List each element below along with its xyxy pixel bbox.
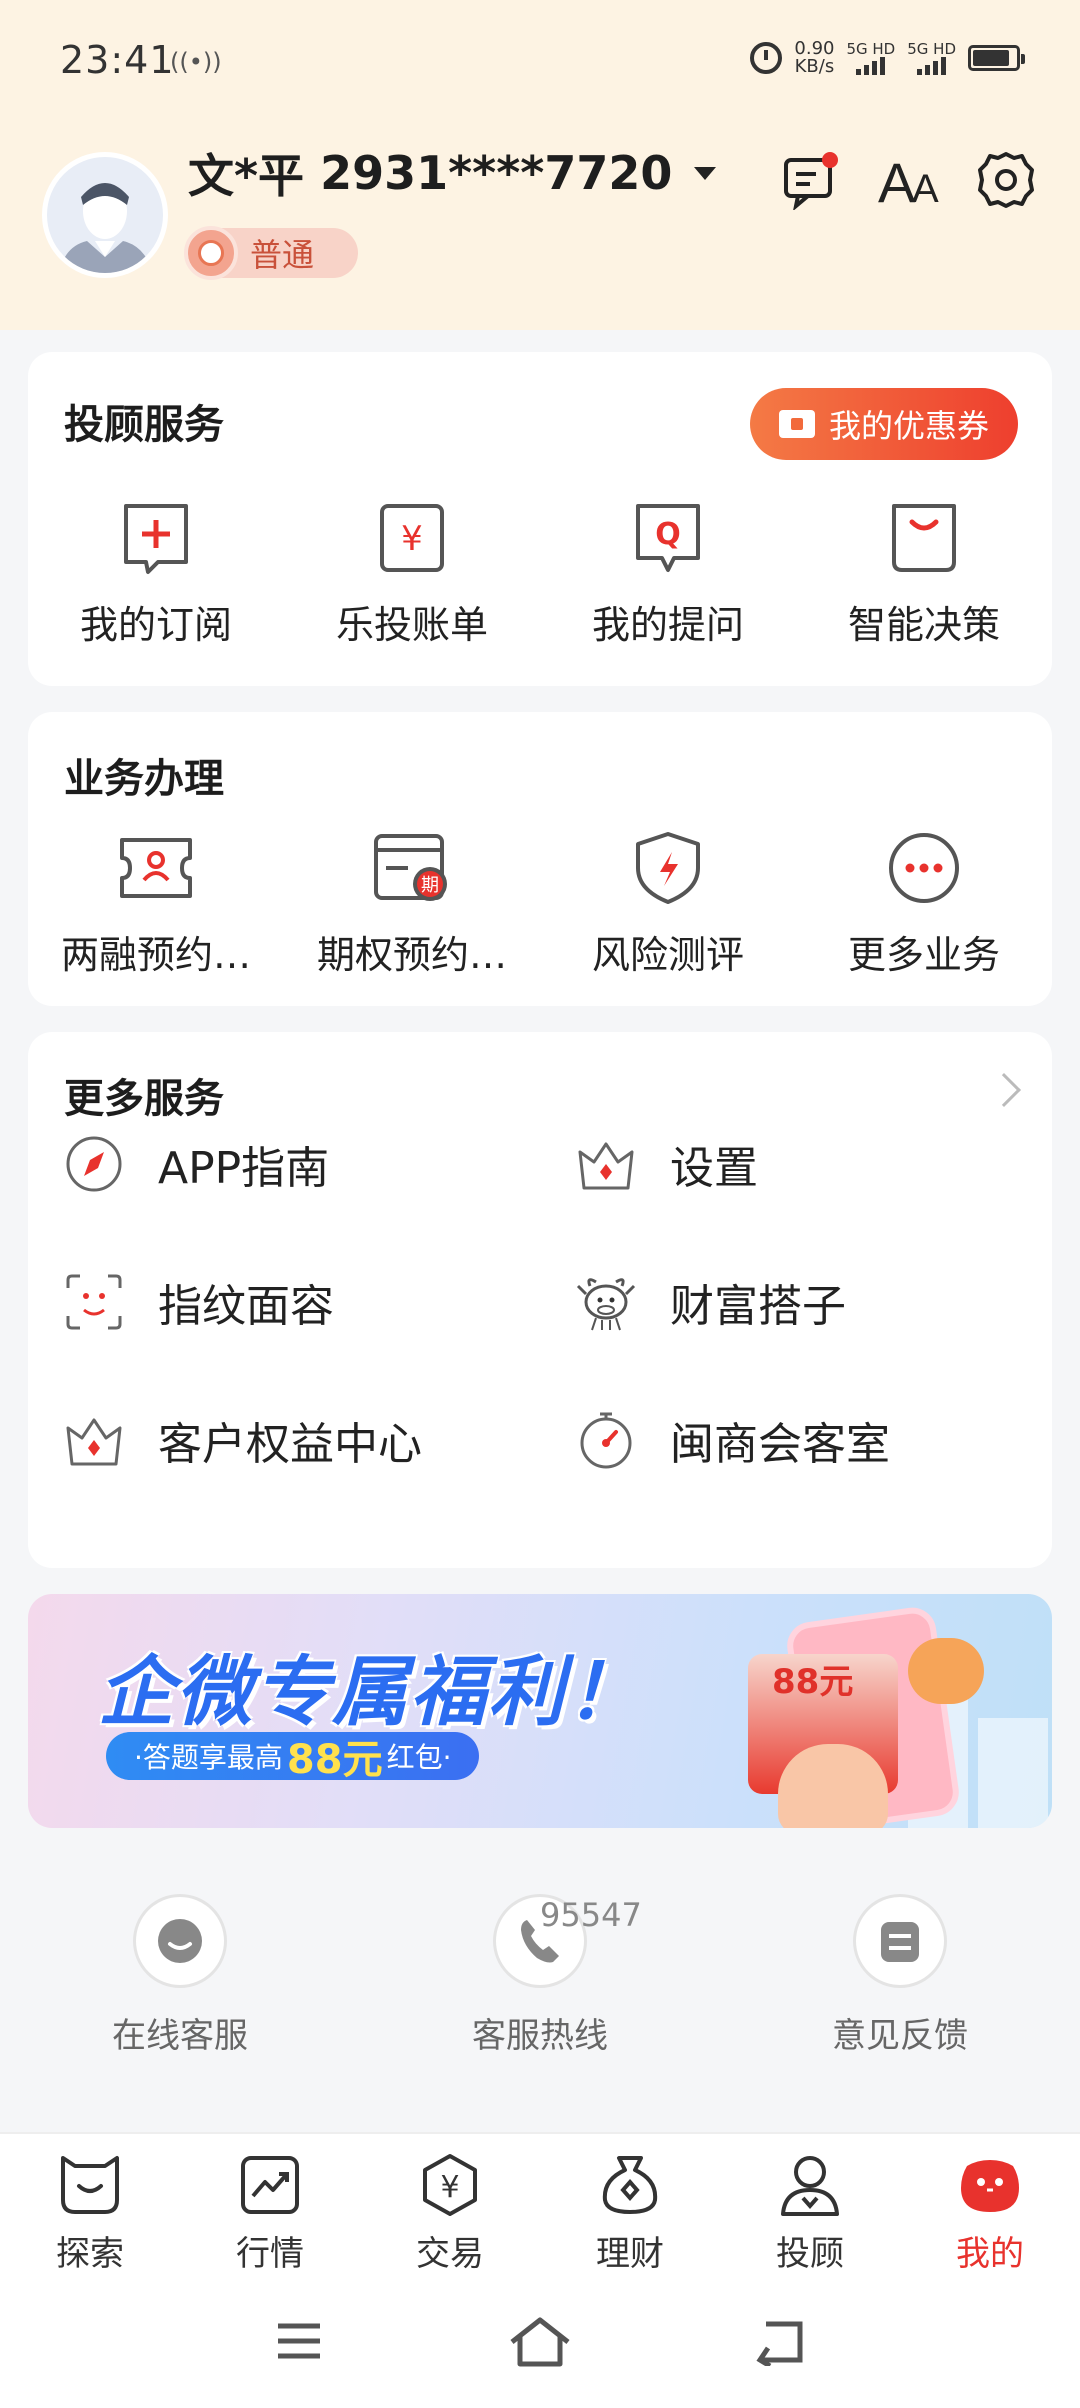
advisory-item-bill[interactable]: ¥ 乐投账单 — [284, 500, 540, 649]
font-size-icon[interactable]: AA — [878, 150, 939, 214]
svg-text:A: A — [912, 167, 939, 210]
tab-advisor[interactable]: 投顾 — [720, 2134, 900, 2296]
cow-mascot-icon — [576, 1278, 636, 1331]
subscribe-icon — [124, 504, 188, 574]
status-time: 23:41 — [60, 38, 175, 82]
header-actions: AA — [780, 150, 1036, 214]
account-number: 2931****7720 — [320, 146, 673, 200]
business-item-risk-assessment[interactable]: 风险测评 — [540, 830, 796, 979]
signal-sim1-icon: 5G HD — [846, 41, 895, 75]
net-speed: 0.90 KB/s — [794, 38, 835, 77]
avatar[interactable] — [42, 152, 168, 278]
advisory-card: 投顾服务 我的优惠券 我的订阅 ¥ 乐投账单 Q 我的提问 智能决策 — [28, 352, 1052, 686]
trade-icon: ¥ — [423, 2154, 477, 2216]
service-item-rights-center[interactable]: 客户权益中心 — [64, 1408, 422, 1472]
hotline-number: 95547 — [540, 1896, 642, 1934]
advisory-title: 投顾服务 — [64, 402, 224, 448]
advisory-grid: 我的订阅 ¥ 乐投账单 Q 我的提问 智能决策 — [28, 500, 1052, 649]
wealth-icon — [602, 2156, 658, 2214]
risk-assessment-icon — [636, 832, 700, 904]
hand-illustration — [778, 1744, 888, 1828]
svg-text:Q: Q — [655, 517, 681, 552]
timer-icon — [580, 1412, 632, 1469]
service-item-settings[interactable]: 设置 — [576, 1132, 758, 1196]
advisor-icon — [781, 2156, 839, 2216]
signal-sim2-icon: 5G HD — [907, 41, 956, 75]
home-icon[interactable] — [508, 2316, 572, 2368]
svg-text:¥: ¥ — [440, 2170, 459, 2205]
svg-text:¥: ¥ — [401, 519, 423, 559]
banner-title: 企微专属福利！ — [98, 1647, 644, 1736]
bottom-nav: 探索 行情 ¥ 交易 理财 投顾 我的 — [0, 2132, 1080, 2296]
coupon-button[interactable]: 我的优惠券 — [750, 388, 1018, 460]
advisory-item-smart-decision[interactable]: 智能决策 — [796, 500, 1052, 649]
service-item-face-id[interactable]: 指纹面容 — [64, 1270, 334, 1334]
more-services-title: 更多服务 — [64, 1076, 224, 1122]
more-services-card: 更多服务 APP指南 设置 指纹面容 财富搭子 客户权益中心 闽商会客室 — [28, 1032, 1052, 1568]
business-grid: 两融预约… 期 期权预约… 风险测评 更多业务 — [28, 830, 1052, 979]
system-navigation-bar — [0, 2296, 1080, 2408]
online-service[interactable]: 在线客服 — [0, 1894, 360, 2057]
service-item-lounge[interactable]: 闽商会客室 — [576, 1408, 890, 1472]
options-booking-icon: 期 — [374, 834, 447, 901]
business-card: 业务办理 两融预约… 期 期权预约… 风险测评 更多业务 — [28, 712, 1052, 1006]
chevron-down-icon — [694, 166, 717, 180]
coupon-icon — [778, 410, 815, 438]
status-bar: 23:41 ((•)) 0.90 KB/s 5G HD 5G HD — [0, 0, 1080, 120]
status-icons: 0.90 KB/s 5G HD 5G HD — [750, 38, 1025, 77]
user-name: 文*平 — [188, 149, 305, 203]
cow-mascot-icon — [908, 1638, 984, 1704]
tab-mine[interactable]: 我的 — [900, 2134, 1080, 2296]
tab-explore[interactable]: 探索 — [0, 2134, 180, 2296]
more-business-icon — [889, 833, 959, 903]
tab-trade[interactable]: ¥ 交易 — [360, 2134, 540, 2296]
back-icon[interactable] — [752, 2318, 808, 2366]
messages-icon[interactable] — [780, 150, 840, 212]
account-switcher[interactable]: 文*平 2931****7720 — [188, 140, 717, 206]
business-item-more[interactable]: 更多业务 — [796, 830, 1052, 979]
chevron-right-icon[interactable] — [987, 1073, 1021, 1107]
feedback[interactable]: 意见反馈 — [720, 1894, 1080, 2057]
red-packet-amount: 88元 — [772, 1662, 854, 1702]
business-item-options-booking[interactable]: 期 期权预约… — [284, 830, 540, 979]
chat-bubble-icon — [133, 1894, 227, 1988]
banner-subtitle: ·答题享最高 88元 红包· — [106, 1732, 480, 1783]
market-icon — [241, 2156, 299, 2214]
crown-icon — [578, 1142, 634, 1190]
member-level-badge[interactable]: 普通 — [184, 226, 358, 280]
menu-icon[interactable] — [274, 2318, 324, 2364]
business-title: 业务办理 — [64, 756, 224, 802]
tab-wealth[interactable]: 理财 — [540, 2134, 720, 2296]
margin-booking-icon — [120, 838, 192, 898]
settings-icon[interactable] — [976, 150, 1036, 210]
tab-market[interactable]: 行情 — [180, 2134, 360, 2296]
mine-icon — [961, 2160, 1019, 2212]
more-services-list: APP指南 设置 指纹面容 财富搭子 客户权益中心 闽商会客室 — [64, 1132, 1024, 1562]
compass-icon — [66, 1136, 122, 1192]
smart-decision-icon — [892, 504, 956, 572]
service-item-app-guide[interactable]: APP指南 — [64, 1132, 329, 1196]
service-item-wealth-buddy[interactable]: 财富搭子 — [576, 1270, 846, 1334]
crown-icon — [66, 1418, 122, 1466]
svg-text:期: 期 — [421, 875, 439, 896]
medal-icon — [184, 226, 238, 280]
alarm-icon — [750, 42, 783, 74]
promo-banner[interactable]: 企微专属福利！ ·答题享最高 88元 红包· 88元 — [28, 1594, 1052, 1828]
battery-icon — [968, 45, 1025, 71]
explore-icon — [61, 2156, 119, 2214]
face-id-icon — [66, 1274, 122, 1330]
svg-text:A: A — [878, 151, 916, 210]
advisory-item-question[interactable]: Q 我的提问 — [540, 500, 796, 649]
nfc-icon: ((•)) — [170, 48, 222, 76]
bill-icon: ¥ — [380, 504, 444, 572]
business-item-margin-booking[interactable]: 两融预约… — [28, 830, 284, 979]
feedback-icon — [853, 1894, 947, 1988]
advisory-item-subscribe[interactable]: 我的订阅 — [28, 500, 284, 649]
question-icon: Q — [636, 504, 700, 572]
